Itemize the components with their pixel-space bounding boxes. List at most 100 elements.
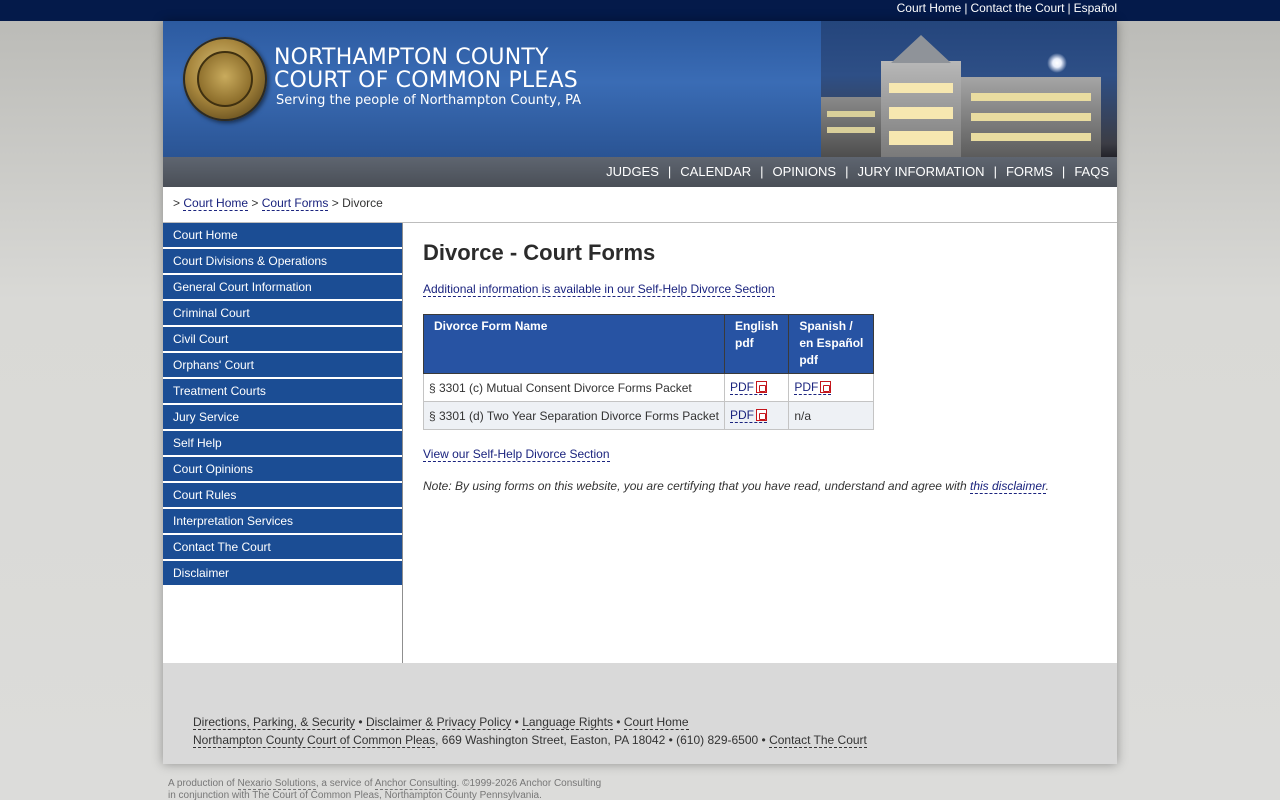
nav-calendar[interactable]: CALENDAR [680, 164, 751, 179]
main-content: Divorce - Court Forms Additional informa… [423, 239, 1103, 494]
building-roof [891, 35, 951, 63]
english-pdf-link[interactable]: PDF [730, 408, 767, 423]
nav-judges[interactable]: JUDGES [606, 164, 659, 179]
separator: | [667, 164, 672, 179]
pdf-icon [756, 409, 767, 421]
table-row: § 3301 (d) Two Year Separation Divorce F… [423, 401, 875, 430]
sidebar-nav: Court Home Court Divisions & Operations … [163, 223, 403, 587]
form-name-cell: § 3301 (d) Two Year Separation Divorce F… [423, 401, 725, 430]
footer-contact-link[interactable]: Contact The Court [769, 733, 867, 748]
sidebar-item-court-home[interactable]: Court Home [163, 223, 403, 249]
separator: | [760, 164, 764, 179]
footer-link-directions[interactable]: Directions, Parking, & Security [193, 715, 356, 730]
top-bar: Court Home | Contact the Court | Español [0, 0, 1280, 21]
sidebar-item-interpretation[interactable]: Interpretation Services [163, 509, 403, 535]
separator: | [845, 164, 849, 179]
production-middle: , a service of [315, 778, 375, 789]
footer-org-link[interactable]: Northampton County Court of Common Pleas [193, 733, 436, 748]
table-row: § 3301 (c) Mutual Consent Divorce Forms … [423, 373, 875, 402]
separator: | [1067, 1, 1071, 15]
footer-link-court-home[interactable]: Court Home [623, 715, 689, 730]
breadcrumb-sep: > [331, 196, 339, 210]
seal-inner [197, 51, 253, 107]
divorce-forms-table: Divorce Form Name English pdf Spanish / … [423, 314, 875, 430]
sidebar-item-court-opinions[interactable]: Court Opinions [163, 457, 403, 483]
production-prefix: A production of [168, 778, 238, 789]
production-line2: in conjunction with The Court of Common … [168, 790, 542, 800]
anchor-link[interactable]: Anchor Consulting [374, 778, 457, 790]
pdf-link-label: PDF [730, 380, 754, 394]
sidebar-item-treatment-courts[interactable]: Treatment Courts [163, 379, 403, 405]
sidebar-item-self-help[interactable]: Self Help [163, 431, 403, 457]
sidebar-item-disclaimer[interactable]: Disclaimer [163, 561, 403, 587]
breadcrumb-sep: > [251, 196, 259, 210]
header-spanish-pdf: Spanish / en Español pdf [788, 314, 875, 374]
nav-jury-information[interactable]: JURY INFORMATION [857, 164, 984, 179]
table-header-row: Divorce Form Name English pdf Spanish / … [423, 314, 875, 374]
sidebar-item-general-info[interactable]: General Court Information [163, 275, 403, 301]
header-english-label: English pdf [735, 319, 779, 350]
pdf-link-label: PDF [794, 380, 819, 394]
view-self-help-link[interactable]: View our Self-Help Divorce Section [423, 447, 610, 462]
pdf-icon [756, 381, 767, 393]
top-link-contact[interactable]: Contact the Court [970, 1, 1064, 15]
site-tagline: Serving the people of Northampton County… [276, 93, 581, 108]
nexario-link[interactable]: Nexario Solutions [237, 778, 316, 790]
spanish-na-cell: n/a [788, 401, 875, 430]
english-pdf-cell: PDF [723, 401, 790, 430]
site-title-line1: NORTHAMPTON COUNTY [274, 45, 549, 70]
nav-opinions[interactable]: OPINIONS [772, 164, 836, 179]
sidebar-item-contact[interactable]: Contact The Court [163, 535, 403, 561]
sidebar-item-jury-service[interactable]: Jury Service [163, 405, 403, 431]
footer-link-disclaimer-privacy[interactable]: Disclaimer & Privacy Policy [365, 715, 512, 730]
top-link-court-home[interactable]: Court Home [897, 1, 962, 15]
sidebar-item-court-divisions[interactable]: Court Divisions & Operations [163, 249, 403, 275]
disclaimer-note: Note: By using forms on this website, yo… [423, 479, 1049, 494]
footer-bullet: • [358, 715, 363, 729]
breadcrumb-court-home[interactable]: Court Home [183, 196, 249, 211]
main-nav: JUDGES | CALENDAR | OPINIONS | JURY INFORMATIO… [606, 157, 1109, 187]
footer-link-language-rights[interactable]: Language Rights [522, 715, 613, 730]
sidebar-item-orphans-court[interactable]: Orphans' Court [163, 353, 403, 379]
sidebar-divider [402, 223, 403, 663]
page-title: Divorce - Court Forms [423, 240, 656, 265]
breadcrumb: > Court Home > Court Forms > Divorce [173, 196, 383, 211]
breadcrumb-court-forms[interactable]: Court Forms [261, 196, 329, 211]
building-wing-right [961, 77, 1101, 157]
separator: | [1061, 164, 1066, 179]
nav-forms[interactable]: FORMS [1006, 164, 1053, 179]
header-spanish-label: Spanish / en Español pdf [799, 319, 864, 367]
separator: | [993, 164, 997, 179]
site-footer: Directions, Parking, & Security • Discla… [163, 663, 1117, 764]
sidebar-item-criminal-court[interactable]: Criminal Court [163, 301, 403, 327]
page-container: NORTHAMPTON COUNTY COURT OF COMMON PLEAS… [163, 21, 1117, 764]
nav-faqs[interactable]: FAQS [1074, 164, 1109, 179]
english-pdf-link[interactable]: PDF [730, 380, 767, 395]
footer-address: Northampton County Court of Common Pleas… [193, 733, 867, 748]
footer-bullet: • [514, 715, 519, 729]
spanish-pdf-link[interactable]: PDF [794, 380, 832, 395]
header-english-pdf: English pdf [723, 314, 790, 374]
light-flare [1047, 53, 1067, 73]
courthouse-photo [821, 21, 1117, 157]
building-tower [881, 61, 961, 157]
footer-address-text: , 669 Washington Street, Easton, PA 1804… [435, 733, 770, 747]
sidebar-item-court-rules[interactable]: Court Rules [163, 483, 403, 509]
self-help-info-link[interactable]: Additional information is available in o… [423, 282, 775, 297]
site-title-line2: COURT OF COMMON PLEAS [274, 68, 578, 93]
production-suffix: . ©1999-2026 Anchor Consulting [456, 778, 602, 789]
sidebar-item-civil-court[interactable]: Civil Court [163, 327, 403, 353]
form-name-cell: § 3301 (c) Mutual Consent Divorce Forms … [423, 373, 725, 402]
main-nav-bar: JUDGES | CALENDAR | OPINIONS | JURY INFORMATIO… [163, 157, 1117, 187]
footer-links: Directions, Parking, & Security • Discla… [193, 715, 689, 730]
pdf-icon [820, 381, 832, 393]
note-text: Note: By using forms on this website, yo… [423, 479, 970, 493]
state-seal-logo[interactable] [183, 37, 267, 121]
top-links: Court Home | Contact the Court | Español [897, 0, 1117, 21]
site-header: NORTHAMPTON COUNTY COURT OF COMMON PLEAS… [163, 21, 1117, 157]
breadcrumb-current: Divorce [342, 196, 383, 210]
top-link-espanol[interactable]: Español [1074, 1, 1117, 15]
separator: | [964, 1, 968, 15]
disclaimer-link[interactable]: this disclaimer [969, 479, 1046, 494]
production-credit: A production of Nexario Solutions, a ser… [168, 778, 601, 800]
